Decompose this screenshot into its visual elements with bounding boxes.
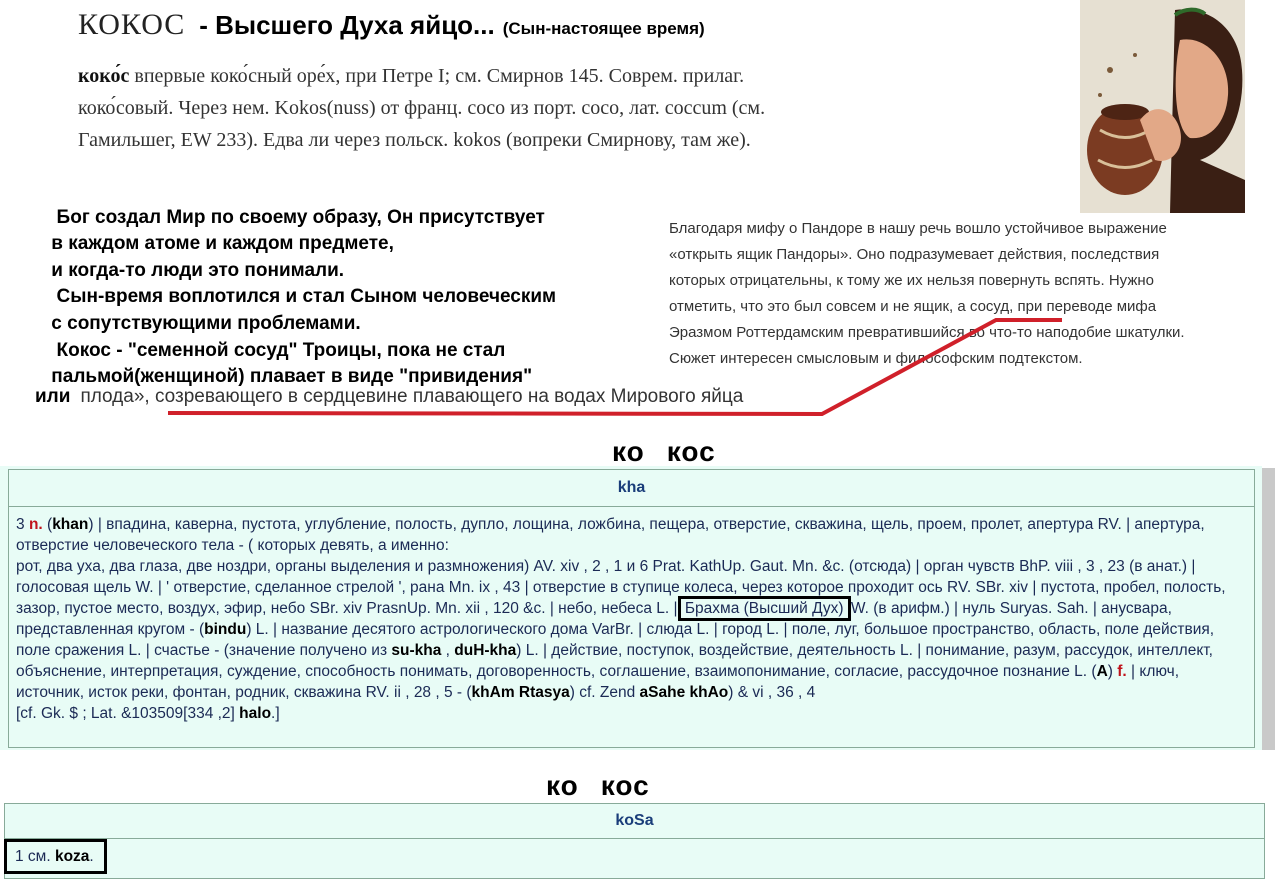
dictionary-entry-kosa: koSa 1 см. koza. — [0, 800, 1265, 880]
bold-paragraph: Бог создал Мир по своему образу, Он прис… — [46, 178, 556, 417]
pandora-line: «открыть ящик Пандоры». Оно подразумевае… — [669, 246, 1160, 263]
fruit-line-bold: или — [35, 386, 71, 407]
bold-line: Кокос - "семенной сосуд" Троицы, пока не… — [46, 339, 506, 361]
dictionary-entry-header: koSa — [5, 804, 1264, 839]
dictionary-entry-kha: kha 3 n. (khan) | впадина, каверна, пуст… — [0, 466, 1262, 750]
section-heading-1: ко кос — [612, 436, 716, 467]
etymology-paragraph: коко́с впервые коко́сный оре́х, при Петр… — [78, 60, 878, 156]
bold-line: с сопутствующими проблемами. — [46, 312, 361, 334]
pandora-line: которых отрицательны, к тому же их нельз… — [669, 272, 1154, 289]
pandora-line: Благодаря мифу о Пандоре в нашу речь вош… — [669, 220, 1167, 237]
bold-line: и когда-то люди это понимали. — [46, 259, 345, 281]
vessel-word: а сосуд — [957, 298, 1010, 315]
title-word: КОКОС — [78, 8, 186, 41]
brahma-highlight: Брахма (Высший Дух) — [677, 596, 851, 621]
etymology-line3: Гамильшег, EW 233). Едва ли через польск… — [78, 129, 751, 151]
fruit-line: или плода», созревающего в сердцевине пла… — [35, 386, 743, 408]
dictionary-entry-body: 3 n. (khan) | впадина, каверна, пустота,… — [16, 516, 1226, 722]
title-main: - Высшего Духа яйцо... — [199, 10, 495, 40]
etymology-headword: коко́с — [78, 65, 130, 87]
kosa-highlight: 1 см. koza. — [4, 839, 107, 874]
page-title: КОКОС - Высшего Духа яйцо... (Сын-настояще… — [78, 8, 705, 42]
dictionary-entry-header: kha — [9, 470, 1254, 507]
bold-line: в каждом атоме и каждом предмете, — [46, 233, 394, 255]
fruit-line-text: плода», созревающего в сердцевине плаваю… — [80, 386, 744, 407]
pandora-paragraph: Благодаря мифу о Пандоре в нашу речь вош… — [669, 216, 1269, 372]
pandora-line: Эразмом Роттердамским превратившийся во … — [669, 324, 1185, 341]
bold-line: Сын-время воплотился и стал Сыном челове… — [46, 286, 557, 308]
pandora-illustration-art — [1080, 0, 1245, 213]
bold-line: Бог создал Мир по своему образу, Он прис… — [46, 206, 545, 228]
section-heading-2: ко кос — [546, 770, 650, 801]
pandora-line: отметить, что это был совсем и не ящик, … — [669, 298, 1157, 315]
etymology-line1: впервые коко́сный оре́х, при Петре I; см… — [129, 65, 745, 87]
scrollbar[interactable] — [1262, 468, 1275, 750]
pandora-illustration — [1080, 0, 1245, 213]
pandora-line: Сюжет интересен смысловым и философским … — [669, 350, 1083, 367]
etymology-line2: коко́совый. Через нем. Kokos(nuss) от фр… — [78, 97, 766, 119]
title-note: (Сын-настоящее время) — [502, 19, 705, 38]
dictionary-entry-body: 1 см. koza. — [4, 839, 1252, 874]
